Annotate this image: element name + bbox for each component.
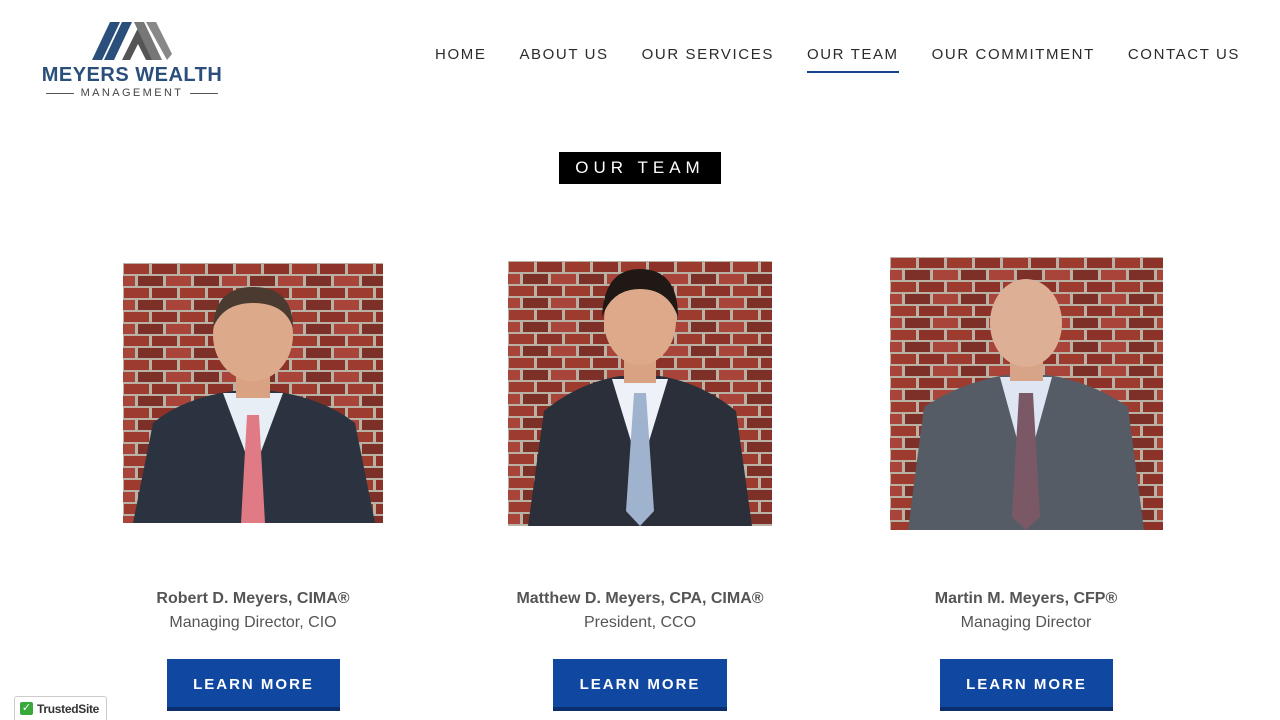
brand-name: MEYERS WEALTH [41,64,223,86]
section-title: OUR TEAM [559,152,721,184]
nav-item-our-team[interactable]: OUR TEAM [806,46,899,73]
divider [190,92,219,94]
nav-item-about-us[interactable]: ABOUT US [519,46,608,71]
member-name: Martin M. Meyers, CFP® [934,590,1118,607]
portrait-image-icon [508,261,772,526]
member-role: Managing Director [960,614,1092,631]
member-name: Matthew D. Meyers, CPA, CIMA® [516,590,764,607]
member-name: Robert D. Meyers, CIMA® [156,590,350,607]
portrait-image-icon [123,263,383,523]
team-photo-robert [123,263,383,523]
learn-more-button[interactable]: LEARN MORE [940,659,1113,711]
nav-item-contact-us[interactable]: CONTACT US [1128,46,1240,71]
team-photo-matthew [508,261,772,526]
company-logo[interactable]: MEYERS WEALTH MANAGEMENT [38,14,228,100]
divider [45,92,74,94]
checkmark-icon: ✓ [20,702,33,715]
nav-item-our-commitment[interactable]: OUR COMMITMENT [932,46,1095,71]
learn-more-button[interactable]: LEARN MORE [167,659,340,711]
learn-more-button[interactable]: LEARN MORE [553,659,727,711]
member-role: President, CCO [583,614,697,631]
member-role: Managing Director, CIO [169,614,337,631]
nav-item-home[interactable]: HOME [435,46,486,71]
badge-label: TrustedSite [37,701,100,716]
brand-subtitle-text: MANAGEMENT [80,87,184,99]
mountain-logo-icon [92,22,172,60]
trustedsite-badge[interactable]: ✓ TrustedSite [14,696,107,720]
nav-item-our-services[interactable]: OUR SERVICES [642,46,774,71]
main-nav: HOME ABOUT US OUR SERVICES OUR TEAM OUR … [435,46,1240,73]
brand-subtitle: MANAGEMENT [38,87,226,99]
team-photo-martin [890,257,1163,530]
portrait-image-icon [890,257,1163,530]
